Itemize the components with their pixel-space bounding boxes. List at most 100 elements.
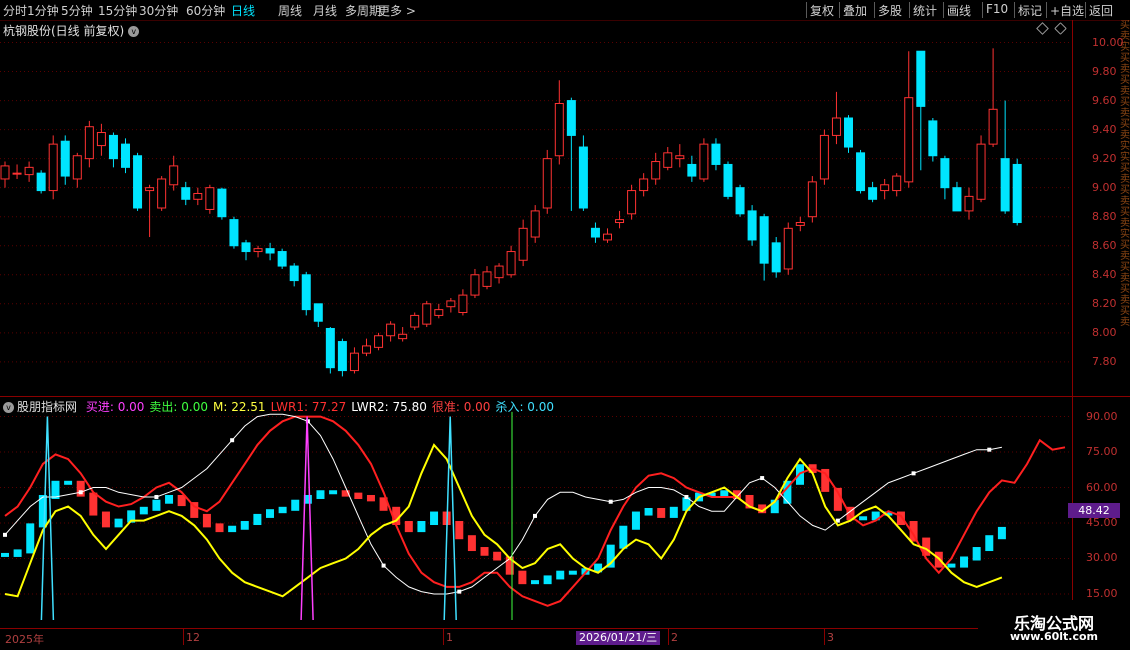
indicator-bar: [947, 563, 956, 568]
candle-body: [422, 303, 432, 325]
candle-body: [482, 271, 492, 287]
candle-body: [856, 152, 866, 192]
tab-10[interactable]: 更多 >: [378, 2, 416, 19]
date-label: 2: [671, 631, 678, 644]
candle-body: [470, 274, 480, 296]
tab-3[interactable]: 15分钟: [98, 2, 137, 19]
candle-body: [892, 175, 902, 192]
candle-body: [289, 265, 299, 282]
indicator-bar: [631, 511, 640, 530]
toolbar-button-1[interactable]: 叠加: [843, 2, 867, 19]
candle-body: [217, 188, 227, 218]
indicator-chart[interactable]: [0, 400, 1072, 628]
indicator-bar: [480, 547, 489, 556]
candle-body: [639, 178, 649, 192]
indicator-bar: [165, 494, 174, 504]
indicator-bar: [543, 575, 552, 585]
indicator-bar: [657, 508, 666, 518]
tab-8[interactable]: 月线: [313, 2, 337, 19]
candle-body: [904, 97, 914, 183]
candle-body: [916, 50, 926, 107]
toolbar-separator: [1014, 2, 1015, 18]
price-tick-label: 9.00: [1092, 180, 1117, 194]
indicator-bar: [960, 556, 969, 568]
candle-body: [157, 178, 167, 209]
candle-body: [530, 210, 540, 238]
candle-body: [759, 216, 769, 264]
toolbar-button-8[interactable]: 返回: [1089, 2, 1113, 19]
candle-body: [325, 327, 335, 369]
candle-body: [1000, 158, 1010, 212]
toolbar-button-0[interactable]: 复权: [810, 2, 834, 19]
candle-body: [265, 248, 275, 254]
signal-spike: [300, 416, 314, 621]
tab-2[interactable]: 5分钟: [61, 2, 93, 19]
lwr2-marker: [608, 499, 613, 504]
toolbar-button-2[interactable]: 多股: [878, 2, 902, 19]
date-tick: [824, 629, 825, 645]
price-tick-label: 8.20: [1092, 296, 1117, 310]
candle-body: [675, 155, 685, 160]
indicator-bar: [556, 570, 565, 580]
indicator-bar: [417, 521, 426, 533]
candle-body: [831, 117, 841, 136]
indicator-bar: [152, 499, 161, 511]
lwr2-marker: [230, 438, 235, 443]
candle-body: [868, 187, 878, 200]
toolbar-button-5[interactable]: F10: [986, 2, 1008, 16]
candle-body: [277, 251, 287, 267]
candle-body: [133, 155, 143, 209]
indicator-tick-label: 75.00: [1086, 445, 1118, 459]
tab-9[interactable]: 多周期: [345, 2, 381, 19]
indicator-tick-label: 60.00: [1086, 480, 1118, 494]
indicator-bar: [568, 570, 577, 575]
candle-body: [735, 187, 745, 215]
indicator-bar: [101, 511, 110, 528]
candle-body: [48, 143, 58, 192]
candle-body: [458, 294, 468, 314]
price-tick-label: 8.40: [1092, 267, 1117, 281]
tab-5[interactable]: 60分钟: [186, 2, 225, 19]
toolbar-separator: [839, 2, 840, 18]
toolbar-separator: [1046, 2, 1047, 18]
indicator-bar: [89, 492, 98, 516]
tab-0[interactable]: 分时: [3, 2, 27, 19]
indicator-bar: [13, 549, 22, 557]
tab-4[interactable]: 30分钟: [139, 2, 178, 19]
candle-body: [36, 172, 46, 192]
candle-body: [928, 120, 938, 157]
watermark-url: www.60lt.com: [1009, 630, 1099, 643]
indicator-bar: [467, 535, 476, 552]
candle-body: [699, 143, 709, 180]
indicator-bar: [455, 521, 464, 540]
indicator-bar: [278, 506, 287, 514]
candle-body: [362, 345, 371, 354]
candle-body: [819, 134, 829, 180]
candle-body: [72, 155, 82, 180]
indicator-bar: [859, 516, 868, 521]
indicator-bar: [26, 523, 35, 554]
indicator-bar: [266, 509, 274, 518]
tab-1[interactable]: 1分钟: [27, 2, 59, 19]
tab-6[interactable]: 日线: [231, 2, 255, 19]
indicator-bar: [64, 480, 73, 485]
toolbar-button-4[interactable]: 画线: [947, 2, 971, 19]
candle-body: [566, 100, 576, 136]
lwr2-marker: [911, 471, 916, 476]
tab-7[interactable]: 周线: [278, 2, 302, 19]
indicator-bar: [404, 521, 413, 533]
toolbar-button-3[interactable]: 统计: [913, 2, 937, 19]
candlestick-chart[interactable]: [0, 20, 1072, 396]
toolbar-button-7[interactable]: +自选: [1050, 2, 1084, 19]
toolbar-button-6[interactable]: 标记: [1018, 2, 1042, 19]
indicator-bar: [669, 506, 678, 518]
candle-body: [663, 152, 673, 168]
candle-body: [169, 165, 179, 186]
candle-body: [337, 341, 347, 372]
candle-body: [301, 274, 311, 311]
indicator-bar: [493, 551, 502, 561]
candle-body: [627, 190, 637, 215]
candle-body: [723, 163, 733, 197]
indicator-bar: [240, 521, 249, 530]
candle-body: [181, 187, 191, 200]
